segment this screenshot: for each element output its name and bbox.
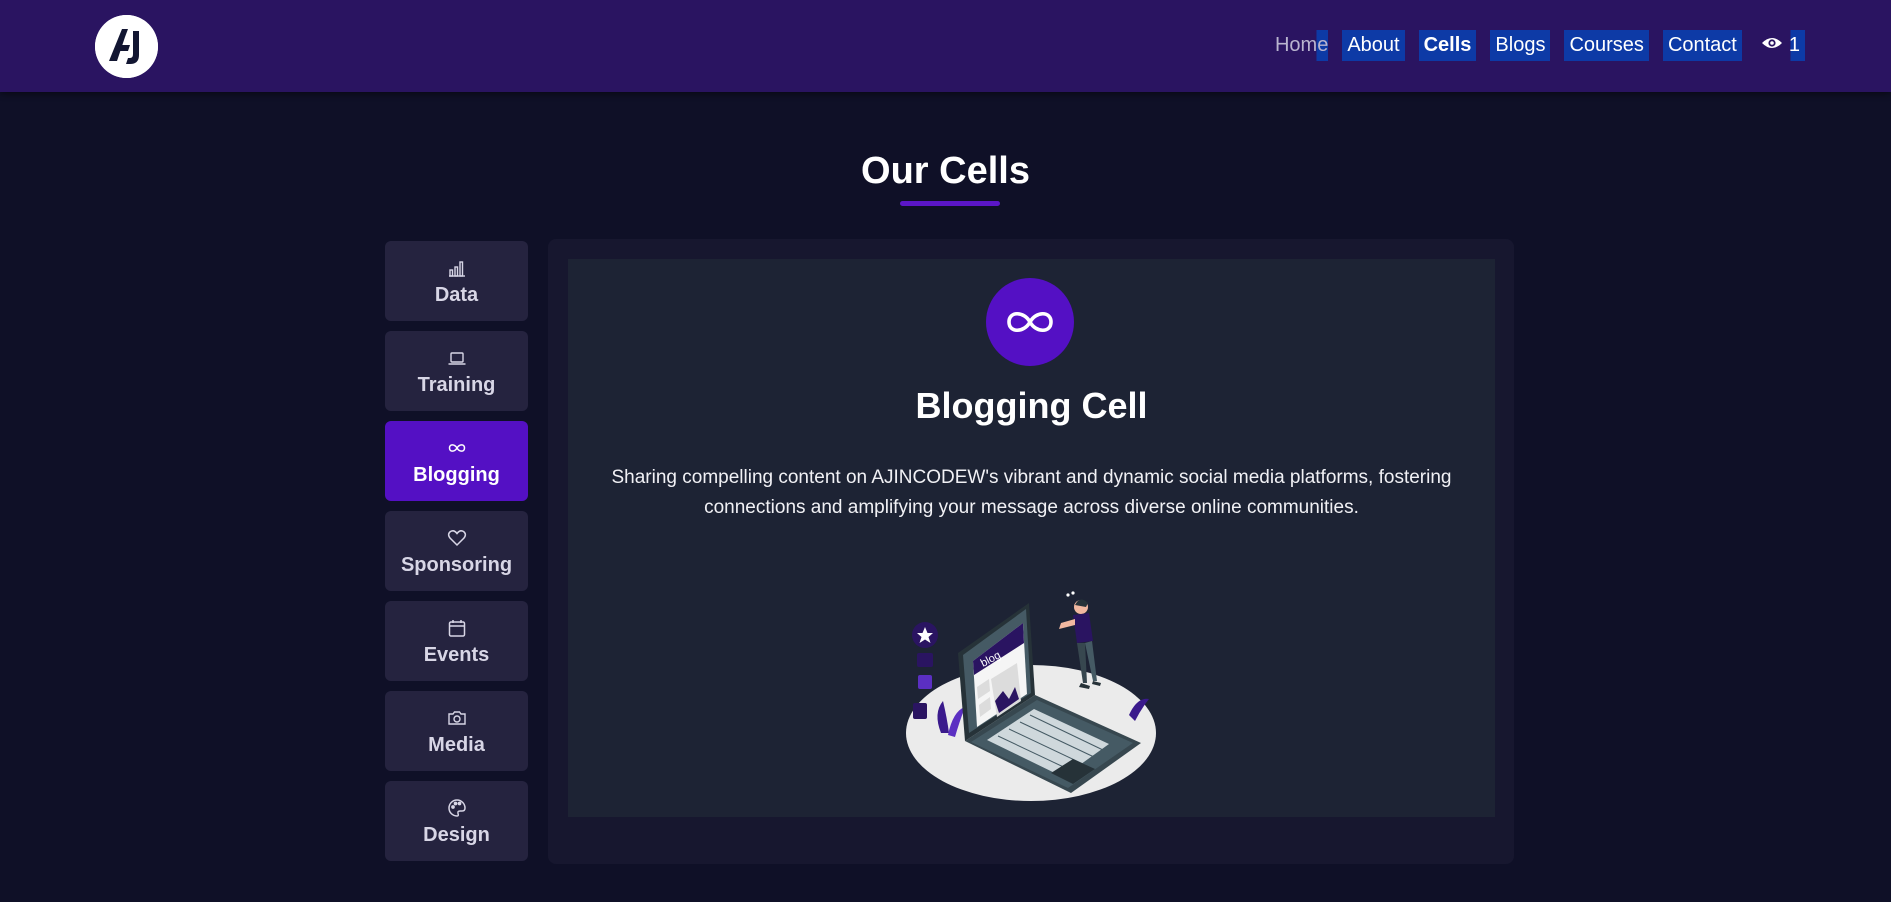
cell-description: Sharing compelling content on AJINCODEW'… xyxy=(611,467,1452,518)
tab-events[interactable]: Events xyxy=(385,601,528,681)
aj-logo-icon[interactable] xyxy=(95,15,158,78)
tab-blogging[interactable]: Blogging xyxy=(385,421,528,501)
tab-label: Events xyxy=(423,643,490,666)
nav-cells[interactable]: Cells xyxy=(1418,30,1477,61)
palette-icon xyxy=(447,796,467,820)
tab-label: Blogging xyxy=(413,463,500,486)
camera-icon xyxy=(447,706,467,730)
page-title: Our Cells xyxy=(861,150,1030,192)
tab-media[interactable]: Media xyxy=(385,691,528,771)
bar-chart-icon xyxy=(447,256,467,280)
tab-label: Training xyxy=(417,373,496,396)
view-counter: 1 xyxy=(1755,30,1805,61)
main-nav: Home About Cells Blogs Courses Contact 1 xyxy=(1274,30,1805,61)
nav-about[interactable]: About xyxy=(1342,30,1405,61)
tab-design[interactable]: Design xyxy=(385,781,528,861)
tab-training[interactable]: Training xyxy=(385,331,528,411)
cell-title: Blogging Cell xyxy=(915,385,1148,426)
tab-label: Media xyxy=(428,733,485,756)
tab-label: Design xyxy=(423,823,490,846)
blogging-illustration: blog xyxy=(906,591,1156,801)
nav-courses[interactable]: Courses xyxy=(1564,30,1649,61)
cell-card: Blogging Cell Sharing compelling content… xyxy=(568,259,1495,817)
nav-home[interactable]: Home xyxy=(1274,30,1329,61)
tab-label: Sponsoring xyxy=(400,553,513,576)
cell-tabs: Data Training Blogging Sponsoring Events… xyxy=(385,241,528,871)
tab-label: Data xyxy=(434,283,479,306)
heart-icon xyxy=(447,526,467,550)
nav-blogs[interactable]: Blogs xyxy=(1490,30,1551,61)
calendar-icon xyxy=(447,616,467,640)
infinity-icon xyxy=(447,436,467,460)
nav-contact[interactable]: Contact xyxy=(1662,30,1742,61)
tab-data[interactable]: Data xyxy=(385,241,528,321)
infinity-icon xyxy=(986,278,1074,366)
view-count: 1 xyxy=(1788,34,1800,56)
title-underline xyxy=(900,201,1000,206)
laptop-icon xyxy=(447,346,467,370)
eye-icon xyxy=(1761,34,1783,57)
cell-panel: Blogging Cell Sharing compelling content… xyxy=(548,239,1514,864)
site-header: Home About Cells Blogs Courses Contact 1 xyxy=(0,0,1891,92)
tab-sponsoring[interactable]: Sponsoring xyxy=(385,511,528,591)
